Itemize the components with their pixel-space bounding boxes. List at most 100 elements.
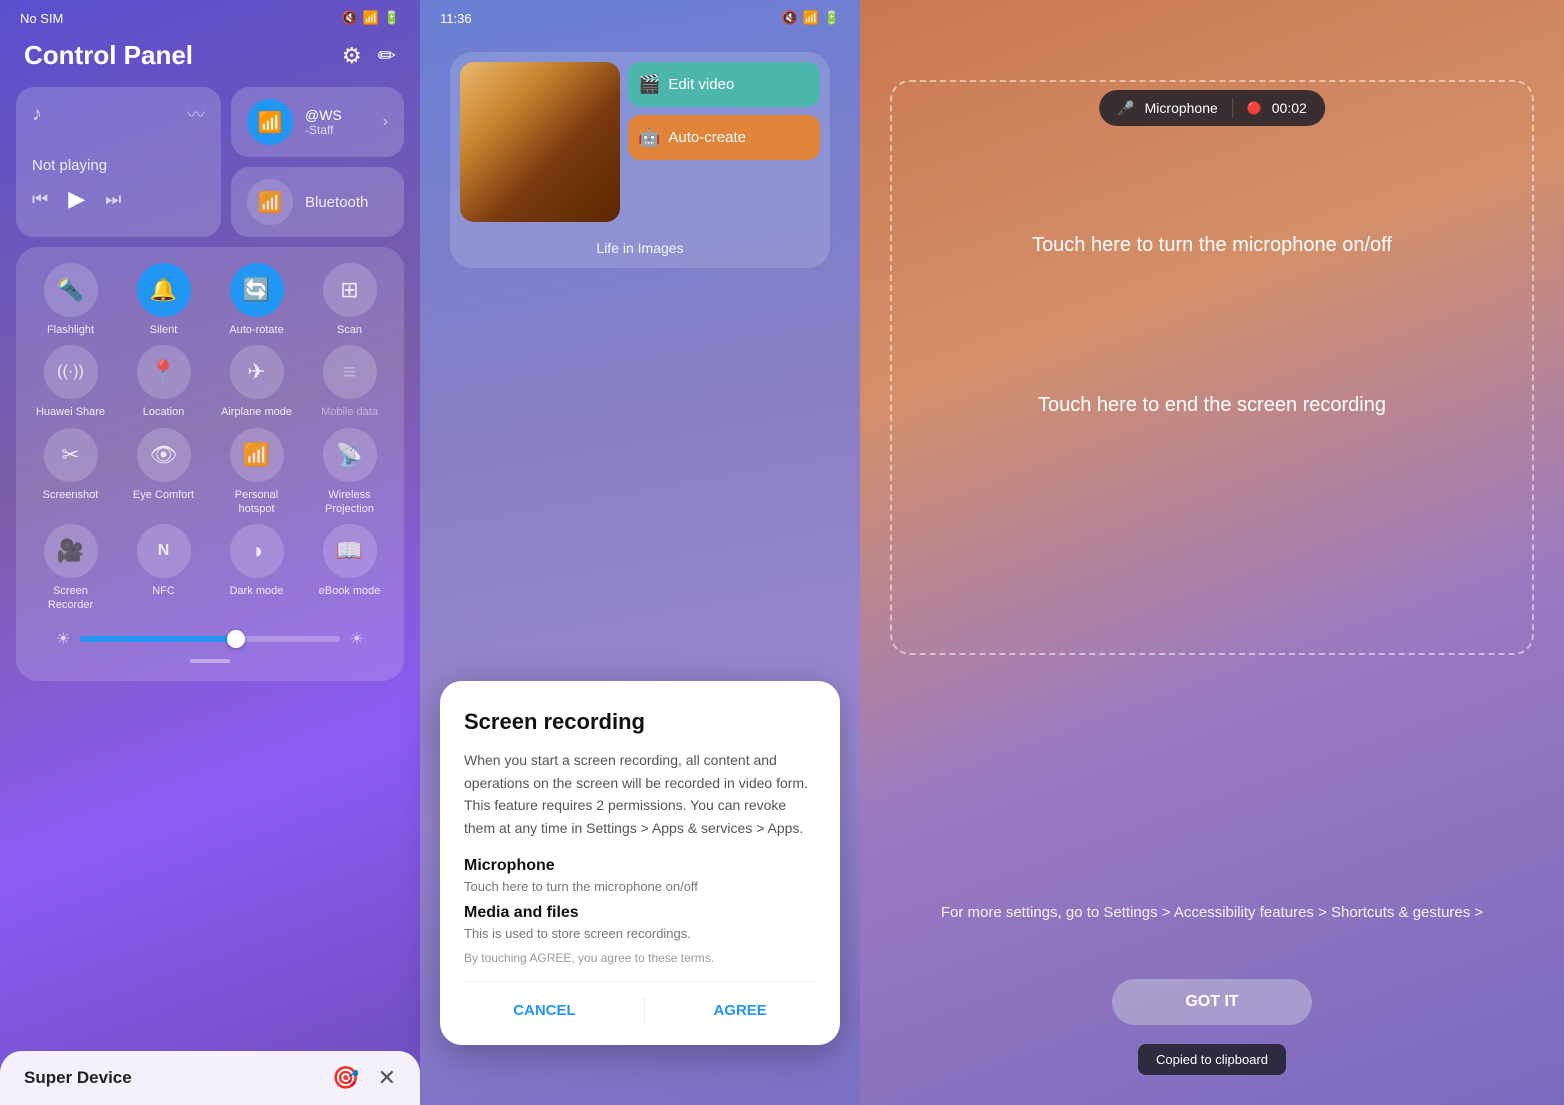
clipboard-toast: Copied to clipboard — [1138, 1044, 1286, 1075]
mic-badge-label: Microphone — [1145, 100, 1218, 116]
dark-mode-label: Dark mode — [230, 584, 284, 598]
play-button[interactable]: ▶ — [68, 186, 85, 212]
media-controls: ⏮ ▶ ⏭ — [32, 186, 205, 212]
auto-create-label: Auto-create — [668, 129, 746, 146]
album-card: 🎬 Edit video 🤖 Auto-create Life in Image… — [450, 52, 830, 268]
target-icon[interactable]: 🎯 — [332, 1065, 359, 1091]
handle-bar — [190, 659, 230, 663]
chevron-right-icon: › — [383, 113, 388, 131]
mic-perm-desc: Touch here to turn the microphone on/off — [464, 879, 816, 894]
toggle-location[interactable]: 📍 Location — [124, 345, 204, 419]
wifi-name: @WS — [305, 107, 342, 123]
auto-rotate-icon-wrap: 🔄 — [230, 263, 284, 317]
next-button[interactable]: ⏭ — [105, 189, 121, 210]
toggle-airplane[interactable]: ✈ Airplane mode — [217, 345, 297, 419]
equalizer-icon: 〰 — [187, 101, 205, 127]
album-thumbnail — [460, 62, 620, 222]
toggle-huawei-share[interactable]: ((·)) Huawei Share — [31, 345, 111, 419]
ebook-label: eBook mode — [319, 584, 381, 598]
microphone-permission: Microphone Touch here to turn the microp… — [464, 857, 816, 894]
settings-hint-text: For more settings, go to Settings > Acce… — [941, 904, 1483, 921]
toggle-screenshot[interactable]: ✂ Screenshot — [31, 428, 111, 517]
got-it-button[interactable]: GOT IT — [1112, 979, 1312, 1025]
hotspot-label: Personal hotspot — [217, 488, 297, 517]
p2-status-icons: 🔇 📶 🔋 — [781, 10, 840, 26]
super-device-bar[interactable]: Super Device 🎯 ✕ — [0, 1051, 420, 1105]
brightness-thumb[interactable] — [227, 630, 245, 648]
toggle-screen-recorder[interactable]: 🎥 Screen Recorder — [31, 524, 111, 613]
recording-dot-icon: 🔴 — [1247, 101, 1262, 115]
bluetooth-label: Bluetooth — [305, 194, 368, 211]
brightness-row: ☀ ☀ — [40, 621, 380, 653]
page-title: Control Panel — [24, 40, 193, 71]
touch-end-instruction[interactable]: Touch here to end the screen recording — [998, 390, 1426, 420]
album-inner: 🎬 Edit video 🤖 Auto-create — [450, 52, 830, 232]
toggle-nfc[interactable]: N NFC — [124, 524, 204, 613]
toggle-wireless-projection[interactable]: 📡 Wireless Projection — [310, 428, 390, 517]
screenshot-label: Screenshot — [43, 488, 99, 502]
super-device-label: Super Device — [24, 1068, 132, 1088]
scan-icon-wrap: ⊞ — [323, 263, 377, 317]
header-icons: ⚙ ✏ — [342, 43, 396, 69]
toggle-mobile-data[interactable]: ≡ Mobile data — [310, 345, 390, 419]
control-panel-header: Control Panel ⚙ ✏ — [0, 32, 420, 87]
not-playing-label: Not playing — [32, 157, 205, 174]
toggle-hotspot[interactable]: 📶 Personal hotspot — [217, 428, 297, 517]
mic-perm-title: Microphone — [464, 857, 816, 875]
wifi-card[interactable]: 📶 @WS -Staff › — [231, 87, 404, 157]
screen-recorder-icon-wrap: 🎥 — [44, 524, 98, 578]
music-icon: ♪ — [32, 103, 42, 126]
media-perm-desc: This is used to store screen recordings. — [464, 926, 816, 941]
settings-hint: For more settings, go to Settings > Acce… — [901, 901, 1523, 925]
silent-icon-wrap: 🔔 — [137, 263, 191, 317]
brightness-slider[interactable] — [80, 636, 339, 642]
toggle-row-1: 🔦 Flashlight 🔔 Silent 🔄 Auto-rotate ⊞ Sc… — [24, 263, 396, 337]
settings-icon[interactable]: ⚙ — [342, 43, 362, 69]
right-cards: 📶 @WS -Staff › 📶 Bluetooth — [231, 87, 404, 237]
panel2-screen-recording: 11:36 🔇 📶 🔋 🎬 Edit video 🤖 — [420, 0, 860, 1105]
cancel-button[interactable]: CANCEL — [483, 996, 606, 1025]
dialog-terms: By touching AGREE, you agree to these te… — [464, 951, 816, 965]
edit-video-icon: 🎬 — [638, 74, 660, 95]
airplane-icon-wrap: ✈ — [230, 345, 284, 399]
brightness-high-icon: ☀ — [350, 629, 364, 649]
close-icon[interactable]: ✕ — [378, 1065, 396, 1091]
toggle-ebook[interactable]: 📖 eBook mode — [310, 524, 390, 613]
huawei-share-label: Huawei Share — [36, 405, 105, 419]
toggle-dark-mode[interactable]: ◑ Dark mode — [217, 524, 297, 613]
dashed-border-box — [890, 80, 1534, 655]
touch-mic-instruction[interactable]: Touch here to turn the microphone on/off — [992, 230, 1432, 260]
silent-label: Silent — [150, 323, 178, 337]
wifi-icon: 📶 — [363, 10, 379, 26]
toggle-row-4: 🎥 Screen Recorder N NFC ◑ Dark mode 📖 eB… — [24, 524, 396, 613]
top-cards: ♪ 〰 Not playing ⏮ ▶ ⏭ 📶 @WS -Staff › — [0, 87, 420, 247]
toggle-eye-comfort[interactable]: 👁 Eye Comfort — [124, 428, 204, 517]
dialog-title: Screen recording — [464, 709, 816, 735]
wifi-circle: 📶 — [247, 99, 293, 145]
screen-recorder-label: Screen Recorder — [31, 584, 111, 613]
edit-icon[interactable]: ✏ — [378, 43, 396, 69]
toggle-silent[interactable]: 🔔 Silent — [124, 263, 204, 337]
touch-end-text: Touch here to end the screen recording — [1038, 394, 1386, 416]
ebook-icon-wrap: 📖 — [323, 524, 377, 578]
battery-icon: 🔋 — [384, 10, 400, 26]
auto-create-button[interactable]: 🤖 Auto-create — [628, 115, 820, 160]
p2-time: 11:36 — [440, 11, 472, 26]
bluetooth-card[interactable]: 📶 Bluetooth — [231, 167, 404, 237]
prev-button[interactable]: ⏮ — [32, 189, 48, 210]
location-label: Location — [143, 405, 185, 419]
recording-time: 00:02 — [1272, 100, 1307, 116]
edit-video-button[interactable]: 🎬 Edit video — [628, 62, 820, 107]
toggle-auto-rotate[interactable]: 🔄 Auto-rotate — [217, 263, 297, 337]
mic-badge[interactable]: 🎤 Microphone 🔴 00:02 — [1099, 90, 1325, 126]
dark-mode-icon-wrap: ◑ — [230, 524, 284, 578]
toggle-scan[interactable]: ⊞ Scan — [310, 263, 390, 337]
agree-button[interactable]: AGREE — [683, 996, 796, 1025]
nfc-label: NFC — [152, 584, 175, 598]
toggle-row-2: ((·)) Huawei Share 📍 Location ✈ Airplane… — [24, 345, 396, 419]
bluetooth-icon: 📶 — [258, 190, 283, 215]
toggle-flashlight[interactable]: 🔦 Flashlight — [31, 263, 111, 337]
auto-rotate-label: Auto-rotate — [229, 323, 283, 337]
p2-mute-icon: 🔇 — [781, 10, 797, 26]
huawei-share-icon-wrap: ((·)) — [44, 345, 98, 399]
